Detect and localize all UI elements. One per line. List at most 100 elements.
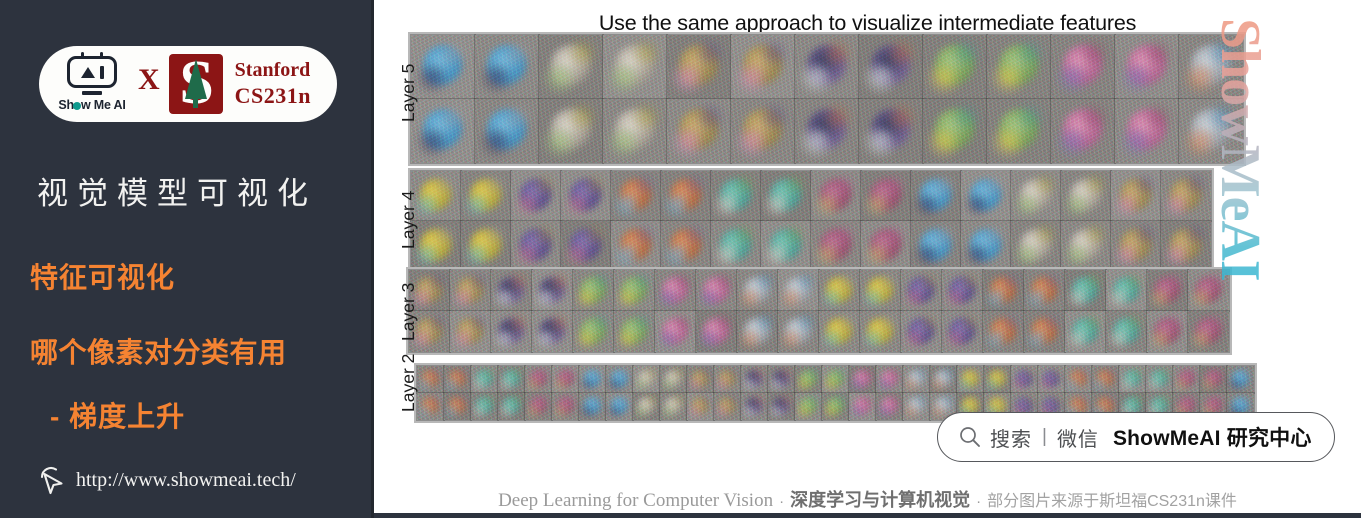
feature-noise [876, 393, 903, 420]
feature-noise [1051, 99, 1115, 163]
feature-row [410, 170, 1212, 222]
feature-thumbnail [613, 310, 656, 353]
feature-thumbnail [1199, 365, 1228, 394]
feature-thumbnail [1050, 98, 1116, 164]
bottom-rule [374, 513, 1361, 518]
feature-noise [1051, 35, 1115, 99]
feature-thumbnail [922, 98, 988, 164]
feature-noise [1119, 366, 1146, 393]
feature-thumbnail [572, 269, 615, 312]
feature-noise [1024, 311, 1065, 352]
feature-thumbnail [821, 365, 850, 394]
feature-thumbnail [1010, 220, 1062, 272]
feature-noise [1147, 311, 1188, 352]
feature-thumbnail [1010, 365, 1039, 394]
sidebar-heading-3: - 梯度上升 [50, 401, 186, 432]
layer-band-layer-3 [406, 267, 1232, 355]
feature-thumbnail [1023, 310, 1066, 353]
feature-thumbnail [1145, 365, 1174, 394]
feature-thumbnail [578, 392, 607, 421]
feature-row [416, 365, 1255, 394]
feature-thumbnail [910, 220, 962, 272]
feature-noise [795, 393, 822, 420]
feature-thumbnail [1160, 220, 1212, 272]
sidebar-heading-2: 哪个像素对分类有用 [30, 337, 287, 368]
feature-thumbnail [474, 34, 540, 100]
feature-noise [1147, 270, 1188, 311]
slide-caption: Deep Learning for Computer Vision · 深度学习与计… [374, 486, 1361, 512]
feature-thumbnail [551, 365, 580, 394]
feature-thumbnail [602, 34, 668, 100]
feature-noise [450, 311, 491, 352]
feature-noise [711, 171, 761, 221]
feature-thumbnail [1105, 269, 1148, 312]
feature-noise [532, 311, 573, 352]
slide-content: Use the same approach to visualize inter… [374, 0, 1361, 518]
feature-noise [1173, 366, 1200, 393]
feature-thumbnail [986, 98, 1052, 164]
feature-noise [942, 311, 983, 352]
feature-row [410, 34, 1244, 100]
feature-noise [1227, 366, 1254, 393]
feature-noise [475, 35, 539, 99]
stanford-s-logo [168, 54, 223, 114]
feature-noise [761, 221, 811, 271]
feature-thumbnail [632, 365, 661, 394]
feature-noise [1065, 270, 1106, 311]
feature-noise [444, 366, 471, 393]
feature-noise [768, 366, 795, 393]
feature-noise [911, 221, 961, 271]
feature-thumbnail [578, 365, 607, 394]
feature-thumbnail [510, 170, 562, 222]
feature-noise [761, 171, 811, 221]
layer-band-layer-4 [408, 168, 1214, 274]
feature-noise [511, 221, 561, 271]
feature-noise [687, 366, 714, 393]
feature-noise [573, 311, 614, 352]
feature-noise [450, 270, 491, 311]
feature-thumbnail [875, 392, 904, 421]
feature-thumbnail [695, 269, 738, 312]
feature-thumbnail [560, 170, 612, 222]
feature-row [410, 98, 1244, 164]
feature-noise [861, 221, 911, 271]
feature-thumbnail [1160, 170, 1212, 222]
feature-row [408, 310, 1230, 353]
feature-thumbnail [1114, 98, 1180, 164]
feature-noise [1011, 171, 1061, 221]
feature-noise [819, 311, 860, 352]
feature-thumbnail [610, 170, 662, 222]
feature-thumbnail [1023, 269, 1066, 312]
feature-thumbnail [449, 269, 492, 312]
feature-thumbnail [531, 269, 574, 312]
feature-thumbnail [490, 310, 533, 353]
feature-noise [795, 35, 859, 99]
layer-label-5: Layer 5 [398, 63, 418, 122]
feature-thumbnail [654, 269, 697, 312]
feature-thumbnail [777, 269, 820, 312]
wechat-search-box[interactable]: 搜索 | 微信 ShowMeAI 研究中心 [937, 412, 1335, 462]
feature-thumbnail [960, 220, 1012, 272]
feature-noise [552, 366, 579, 393]
feature-thumbnail [1091, 365, 1120, 394]
feature-thumbnail [900, 310, 943, 353]
feature-noise [552, 393, 579, 420]
feature-thumbnail [760, 170, 812, 222]
feature-noise [491, 311, 532, 352]
feature-thumbnail [982, 310, 1025, 353]
feature-noise [411, 99, 475, 163]
layer-label-3: Layer 3 [398, 282, 418, 341]
wechat-brand-label: ShowMeAI 研究中心 [1112, 427, 1312, 450]
sidebar-url-row[interactable]: http://www.showmeai.tech/ [36, 464, 296, 496]
feature-noise [573, 270, 614, 311]
feature-noise [411, 35, 475, 99]
feature-noise [655, 311, 696, 352]
feature-thumbnail [1114, 34, 1180, 100]
feature-noise [1146, 366, 1173, 393]
feature-noise [822, 393, 849, 420]
feature-thumbnail [1118, 365, 1147, 394]
showmeai-wordmark: Sh w Me AI [58, 98, 125, 112]
feature-thumbnail [982, 269, 1025, 312]
feature-noise [1111, 171, 1161, 221]
feature-thumbnail [859, 269, 902, 312]
